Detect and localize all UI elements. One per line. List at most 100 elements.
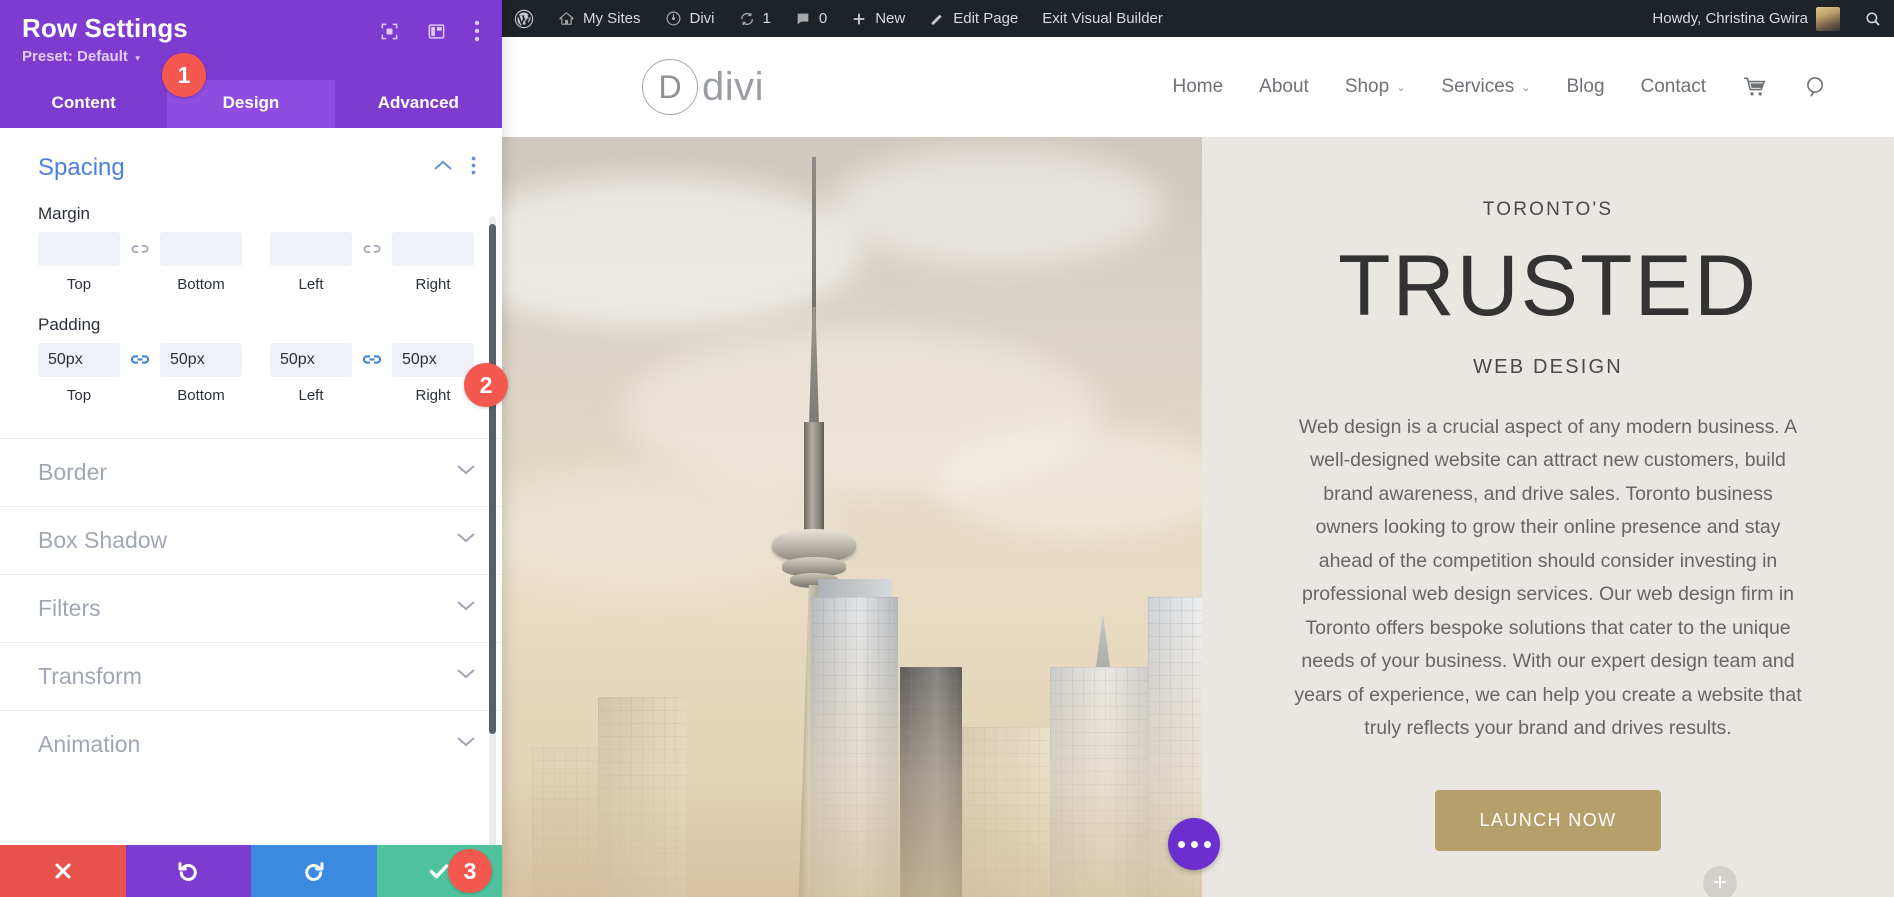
padding-right-caption: Right — [392, 387, 474, 404]
search-icon[interactable] — [1804, 74, 1830, 100]
site-header: D divi Home About Shop ⌄ Services ⌄ Blog… — [502, 37, 1894, 137]
hero-image-toronto-skyline — [502, 137, 1202, 897]
nav-item-contact[interactable]: Contact — [1641, 76, 1706, 98]
divi-logo-mark: D — [642, 59, 698, 115]
chevron-down-icon: ▾ — [135, 53, 140, 63]
chevron-down-icon — [456, 531, 476, 549]
builder-options-fab[interactable] — [1168, 818, 1220, 870]
admin-bar-comments-count: 0 — [819, 10, 827, 27]
hero-subtitle: WEB DESIGN — [1473, 356, 1623, 379]
padding-inputs-row: Top Bottom — [38, 343, 464, 404]
padding-right-input[interactable] — [392, 343, 474, 377]
section-more-options-icon[interactable] — [471, 156, 476, 180]
spacing-section-header[interactable]: Spacing — [0, 128, 502, 192]
section-animation[interactable]: Animation — [0, 710, 502, 778]
admin-bar-my-sites[interactable]: My Sites — [546, 0, 653, 37]
layout-columns-icon[interactable] — [427, 22, 446, 41]
chevron-down-icon — [456, 463, 476, 481]
margin-right-caption: Right — [392, 276, 474, 293]
undo-button[interactable] — [126, 845, 252, 897]
divi-icon — [665, 10, 682, 27]
admin-bar-edit-page[interactable]: Edit Page — [917, 0, 1030, 37]
admin-bar-account[interactable]: Howdy, Christina Gwira — [1640, 0, 1852, 37]
admin-bar-divi[interactable]: Divi — [653, 0, 727, 37]
panel-scrollbar-thumb[interactable] — [489, 224, 496, 734]
section-border-label: Border — [38, 459, 107, 486]
margin-bottom-input[interactable] — [160, 232, 242, 266]
padding-field-group: Padding Top — [0, 315, 502, 404]
launch-now-button[interactable]: LAUNCH NOW — [1435, 790, 1660, 851]
dot-icon — [1178, 841, 1185, 848]
preset-selector[interactable]: Preset: Default ▾ — [22, 48, 480, 80]
image-haze-overlay — [502, 597, 1202, 897]
panel-header-icons — [380, 14, 480, 42]
padding-left-input[interactable] — [270, 343, 352, 377]
section-filters[interactable]: Filters — [0, 574, 502, 642]
section-filters-label: Filters — [38, 595, 101, 622]
section-animation-label: Animation — [38, 731, 140, 758]
cancel-button[interactable] — [0, 845, 126, 897]
admin-bar-updates[interactable]: 1 — [727, 0, 783, 37]
chevron-up-icon[interactable] — [433, 159, 453, 177]
main-navigation: Home About Shop ⌄ Services ⌄ Blog Contac… — [1172, 74, 1830, 100]
page-title: Row Settings — [22, 14, 188, 44]
padding-bottom-input[interactable] — [160, 343, 242, 377]
margin-right-input[interactable] — [392, 232, 474, 266]
padding-top-input[interactable] — [38, 343, 120, 377]
padding-label: Padding — [38, 315, 464, 335]
margin-inputs-row: Top Bottom — [38, 232, 464, 293]
admin-bar-updates-count: 1 — [763, 10, 771, 27]
link-inactive-icon[interactable] — [352, 232, 392, 266]
cart-icon[interactable] — [1742, 74, 1768, 100]
admin-bar-exit-label: Exit Visual Builder — [1042, 10, 1163, 27]
nav-item-services-label: Services — [1441, 76, 1514, 98]
panel-header: Row Settings — [0, 0, 502, 80]
nav-item-shop[interactable]: Shop ⌄ — [1345, 76, 1406, 98]
divi-logo-text: divi — [702, 65, 764, 110]
link-active-icon[interactable] — [352, 343, 392, 377]
more-options-icon[interactable] — [474, 20, 480, 42]
cloud — [932, 427, 1202, 537]
preset-label: Preset: Default — [22, 48, 128, 65]
link-active-icon[interactable] — [120, 343, 160, 377]
admin-bar-comments[interactable]: 0 — [783, 0, 839, 37]
collapsed-sections: Border Box Shadow Filters — [0, 438, 502, 778]
admin-bar-divi-label: Divi — [690, 10, 715, 27]
nav-item-services[interactable]: Services ⌄ — [1441, 76, 1530, 98]
section-border[interactable]: Border — [0, 438, 502, 506]
margin-top-input[interactable] — [38, 232, 120, 266]
nav-item-about[interactable]: About — [1259, 76, 1309, 98]
hero-paragraph: Web design is a crucial aspect of any mo… — [1290, 411, 1806, 746]
admin-bar-edit-page-label: Edit Page — [953, 10, 1018, 27]
padding-bottom-caption: Bottom — [160, 387, 242, 404]
cloud — [832, 147, 1162, 267]
admin-bar-new[interactable]: New — [839, 0, 917, 37]
chevron-down-icon: ⌄ — [1396, 81, 1405, 94]
site-logo[interactable]: D divi — [642, 59, 764, 115]
admin-bar-search[interactable] — [1852, 0, 1894, 37]
margin-left-input[interactable] — [270, 232, 352, 266]
dot-icon — [1204, 841, 1211, 848]
admin-bar-wordpress-logo[interactable] — [502, 0, 546, 37]
hero-title: TRUSTED — [1338, 239, 1758, 334]
tab-content[interactable]: Content — [0, 80, 167, 128]
panel-footer — [0, 845, 502, 897]
nav-item-about-label: About — [1259, 76, 1309, 98]
tab-advanced[interactable]: Advanced — [335, 80, 502, 128]
app-root: My Sites Divi 1 0 New — [0, 0, 1894, 897]
focus-icon[interactable] — [380, 22, 399, 41]
link-inactive-icon[interactable] — [120, 232, 160, 266]
padding-left-caption: Left — [270, 387, 352, 404]
admin-bar-exit-visual-builder[interactable]: Exit Visual Builder — [1030, 0, 1175, 37]
add-section-button[interactable]: + — [1703, 866, 1737, 897]
section-transform[interactable]: Transform — [0, 642, 502, 710]
step-badge-3: 3 — [448, 849, 492, 893]
nav-item-contact-label: Contact — [1641, 76, 1706, 98]
admin-bar-right: Howdy, Christina Gwira — [1640, 0, 1894, 37]
wordpress-icon — [514, 9, 534, 29]
section-box-shadow[interactable]: Box Shadow — [0, 506, 502, 574]
redo-button[interactable] — [251, 845, 377, 897]
panel-body: Spacing — [0, 128, 502, 845]
nav-item-blog[interactable]: Blog — [1566, 76, 1604, 98]
nav-item-home[interactable]: Home — [1172, 76, 1223, 98]
